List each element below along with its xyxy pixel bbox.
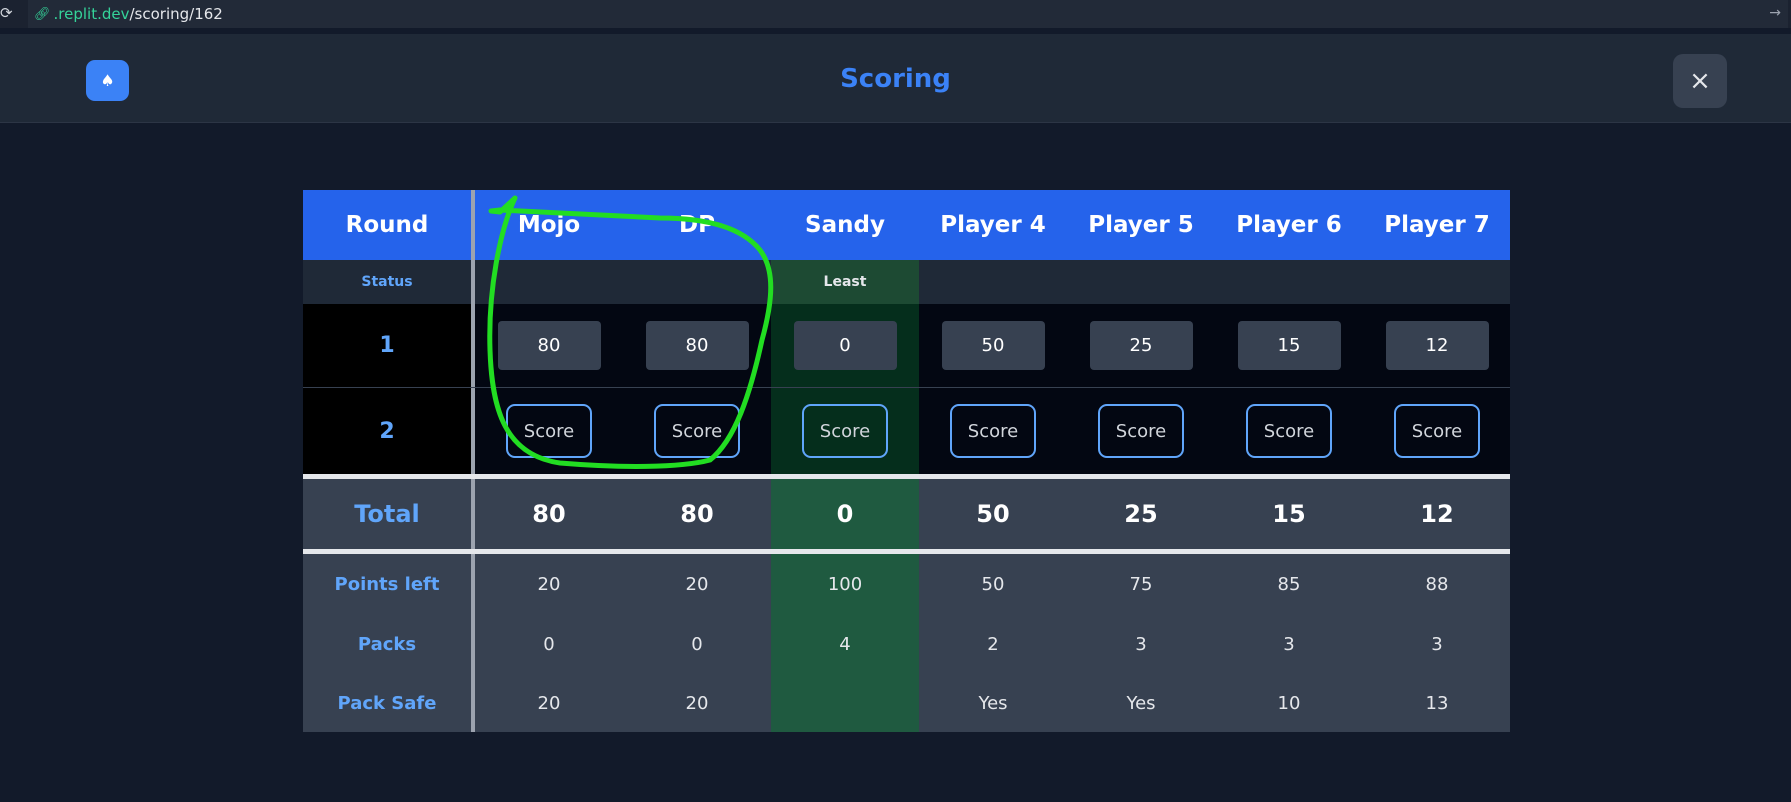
player-header: Mojo: [517, 212, 581, 238]
status-cell: [1215, 260, 1363, 304]
player-header: Player 5: [1088, 212, 1194, 238]
score-value-button[interactable]: 12: [1385, 321, 1489, 370]
link-icon: 🔗︎: [34, 6, 51, 22]
enter-score-button[interactable]: Score: [1246, 404, 1332, 458]
points-left-value: 88: [1425, 573, 1449, 595]
score-value-button[interactable]: 80: [497, 321, 601, 370]
player-header: Player 6: [1236, 212, 1342, 238]
round-number: 1: [303, 304, 471, 387]
total-label: Total: [354, 500, 420, 528]
score-value-button[interactable]: 50: [941, 321, 1045, 370]
packs-value: 0: [691, 633, 703, 655]
round-number: 2: [303, 388, 471, 474]
scoring-table: Round Mojo DP Sandy Player 4 Player 5 Pl…: [303, 190, 1510, 732]
packs-value: 0: [543, 633, 555, 655]
status-label: Status: [361, 274, 413, 290]
score-value-button[interactable]: 15: [1237, 321, 1341, 370]
points-left-label: Points left: [334, 573, 440, 595]
pack-safe-value: 20: [685, 692, 709, 714]
url-path: /scoring/162: [129, 5, 223, 23]
packs-value: 3: [1135, 633, 1147, 655]
enter-score-button[interactable]: Score: [950, 404, 1036, 458]
packs-value: 3: [1431, 633, 1443, 655]
enter-score-button[interactable]: Score: [1098, 404, 1184, 458]
round-row: 1 80 80 0 50 25 15 12: [303, 304, 1510, 388]
pack-safe-value: Yes: [978, 692, 1008, 714]
score-value-button[interactable]: 0: [793, 321, 897, 370]
enter-score-button[interactable]: Score: [1394, 404, 1480, 458]
points-left-row: Points left 20 20 100 50 75 85 88: [303, 554, 1510, 614]
packs-value: 2: [987, 633, 999, 655]
packs-value: 4: [771, 614, 919, 674]
points-left-value: 85: [1277, 573, 1301, 595]
pack-safe-value: 13: [1425, 692, 1449, 714]
total-value: 50: [976, 500, 1010, 528]
address-field[interactable]: 🔗︎ .replit.dev /scoring/162: [28, 0, 1788, 28]
enter-score-button[interactable]: Score: [802, 404, 888, 458]
score-value-button[interactable]: 25: [1089, 321, 1193, 370]
total-value: 80: [680, 500, 714, 528]
go-arrow-icon[interactable]: →: [1769, 5, 1781, 21]
total-value: 80: [532, 500, 566, 528]
points-left-value: 50: [981, 573, 1005, 595]
status-cell-least: Least: [771, 260, 919, 304]
player-header: Player 7: [1384, 212, 1490, 238]
packs-row: Packs 0 0 4 2 3 3 3: [303, 614, 1510, 674]
points-left-value: 20: [537, 573, 561, 595]
player-header: DP: [679, 212, 715, 238]
pack-safe-value: [771, 674, 919, 732]
pack-safe-row: Pack Safe 20 20 Yes Yes 10 13: [303, 674, 1510, 732]
packs-value: 3: [1283, 633, 1295, 655]
total-value: 25: [1124, 500, 1158, 528]
points-left-value: 20: [685, 573, 709, 595]
pack-safe-value: Yes: [1126, 692, 1156, 714]
points-left-value: 100: [771, 554, 919, 614]
pack-safe-value: 20: [537, 692, 561, 714]
browser-url-bar: ⟳ 🔗︎ .replit.dev /scoring/162 →: [0, 0, 1791, 28]
enter-score-button[interactable]: Score: [506, 404, 592, 458]
player-header: Player 4: [940, 212, 1046, 238]
status-cell: [1363, 260, 1511, 304]
app-header: ♠ Scoring ×: [0, 34, 1791, 123]
total-value: 0: [771, 479, 919, 549]
enter-score-button[interactable]: Score: [654, 404, 740, 458]
pack-safe-label: Pack Safe: [337, 692, 437, 714]
total-value: 12: [1420, 500, 1454, 528]
reload-icon[interactable]: ⟳: [0, 5, 16, 21]
packs-label: Packs: [357, 633, 417, 655]
status-cell: [919, 260, 1067, 304]
pack-safe-value: 10: [1277, 692, 1301, 714]
status-row: Status Least: [303, 260, 1510, 304]
round-row: 2 Score Score Score Score Score Score Sc…: [303, 388, 1510, 474]
status-cell: [475, 260, 623, 304]
player-header: Sandy: [805, 212, 885, 238]
status-cell: [623, 260, 771, 304]
close-icon: ×: [1689, 66, 1711, 96]
score-value-button[interactable]: 80: [645, 321, 749, 370]
points-left-value: 75: [1129, 573, 1153, 595]
status-cell: [1067, 260, 1215, 304]
total-value: 15: [1272, 500, 1306, 528]
url-domain: .replit.dev: [53, 5, 130, 23]
close-button[interactable]: ×: [1673, 54, 1727, 108]
table-header-row: Round Mojo DP Sandy Player 4 Player 5 Pl…: [303, 190, 1510, 260]
total-row: Total 80 80 0 50 25 15 12: [303, 479, 1510, 549]
round-column-header: Round: [345, 212, 429, 238]
page-title: Scoring: [840, 64, 951, 94]
